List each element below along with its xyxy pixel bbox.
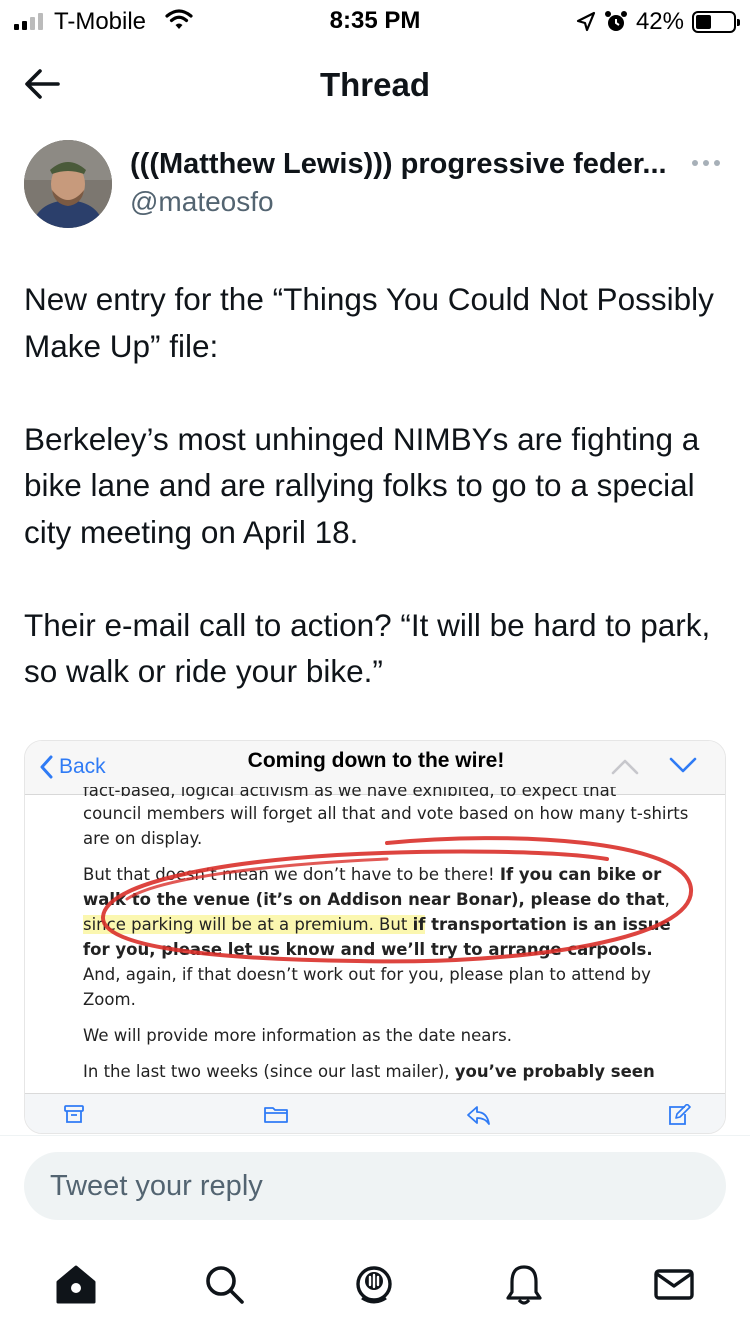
- avatar[interactable]: [24, 140, 112, 228]
- tweet-paragraph: Berkeley’s most unhinged NIMBYs are figh…: [24, 420, 700, 550]
- reply-input[interactable]: Tweet your reply: [24, 1152, 726, 1220]
- reply-icon: [467, 1106, 490, 1125]
- tweet-text: New entry for the “Things You Could Not …: [24, 276, 730, 695]
- mail-paragraph: But that doesn’t mean we don’t have to b…: [83, 865, 671, 1009]
- status-bar: T-Mobile 8:35 PM 42%: [0, 0, 750, 44]
- page-title: Thread: [319, 66, 431, 103]
- tweet-paragraph: New entry for the “Things You Could Not …: [24, 281, 714, 364]
- author-name[interactable]: (((Matthew Lewis))) progressive feder...: [130, 148, 667, 181]
- compose-icon: [669, 1104, 691, 1125]
- mail-paragraph: We will provide more information as the …: [83, 1026, 512, 1045]
- divider: [0, 1135, 750, 1136]
- home-icon[interactable]: [54, 1262, 98, 1306]
- mail-toolbar: [25, 1093, 725, 1133]
- spaces-icon[interactable]: [352, 1262, 396, 1306]
- battery-percent: 42%: [635, 8, 684, 35]
- messages-icon[interactable]: [652, 1262, 696, 1306]
- folder-icon: [264, 1107, 288, 1123]
- search-icon[interactable]: [202, 1262, 246, 1306]
- location-arrow-icon: [576, 11, 596, 32]
- notifications-icon[interactable]: [502, 1262, 546, 1306]
- thread-header: Thread: [0, 52, 750, 116]
- tweet-image[interactable]: Back Coming down to the wire! fact-based…: [24, 740, 726, 1134]
- reply-placeholder: Tweet your reply: [50, 1170, 263, 1202]
- archive-icon: [64, 1105, 84, 1123]
- alarm-icon: [604, 11, 627, 31]
- chevron-down-icon: [669, 757, 697, 773]
- more-options-icon[interactable]: [692, 160, 720, 166]
- tweet-paragraph: Their e-mail call to action? “It will be…: [24, 606, 711, 690]
- chevron-up-icon: [611, 759, 639, 775]
- mail-body: fact-based, logical activism as we have …: [83, 787, 693, 1095]
- battery-icon: [692, 11, 740, 33]
- bottom-nav: [0, 1252, 750, 1322]
- author-handle[interactable]: @mateosfo: [130, 186, 274, 218]
- mail-paragraph: In the last two weeks (since our last ma…: [83, 1062, 655, 1081]
- mail-text-line: fact-based, logical activism as we have …: [83, 787, 617, 800]
- mail-paragraph: council members will forget all that and…: [83, 804, 689, 848]
- avatar-image: [24, 140, 112, 228]
